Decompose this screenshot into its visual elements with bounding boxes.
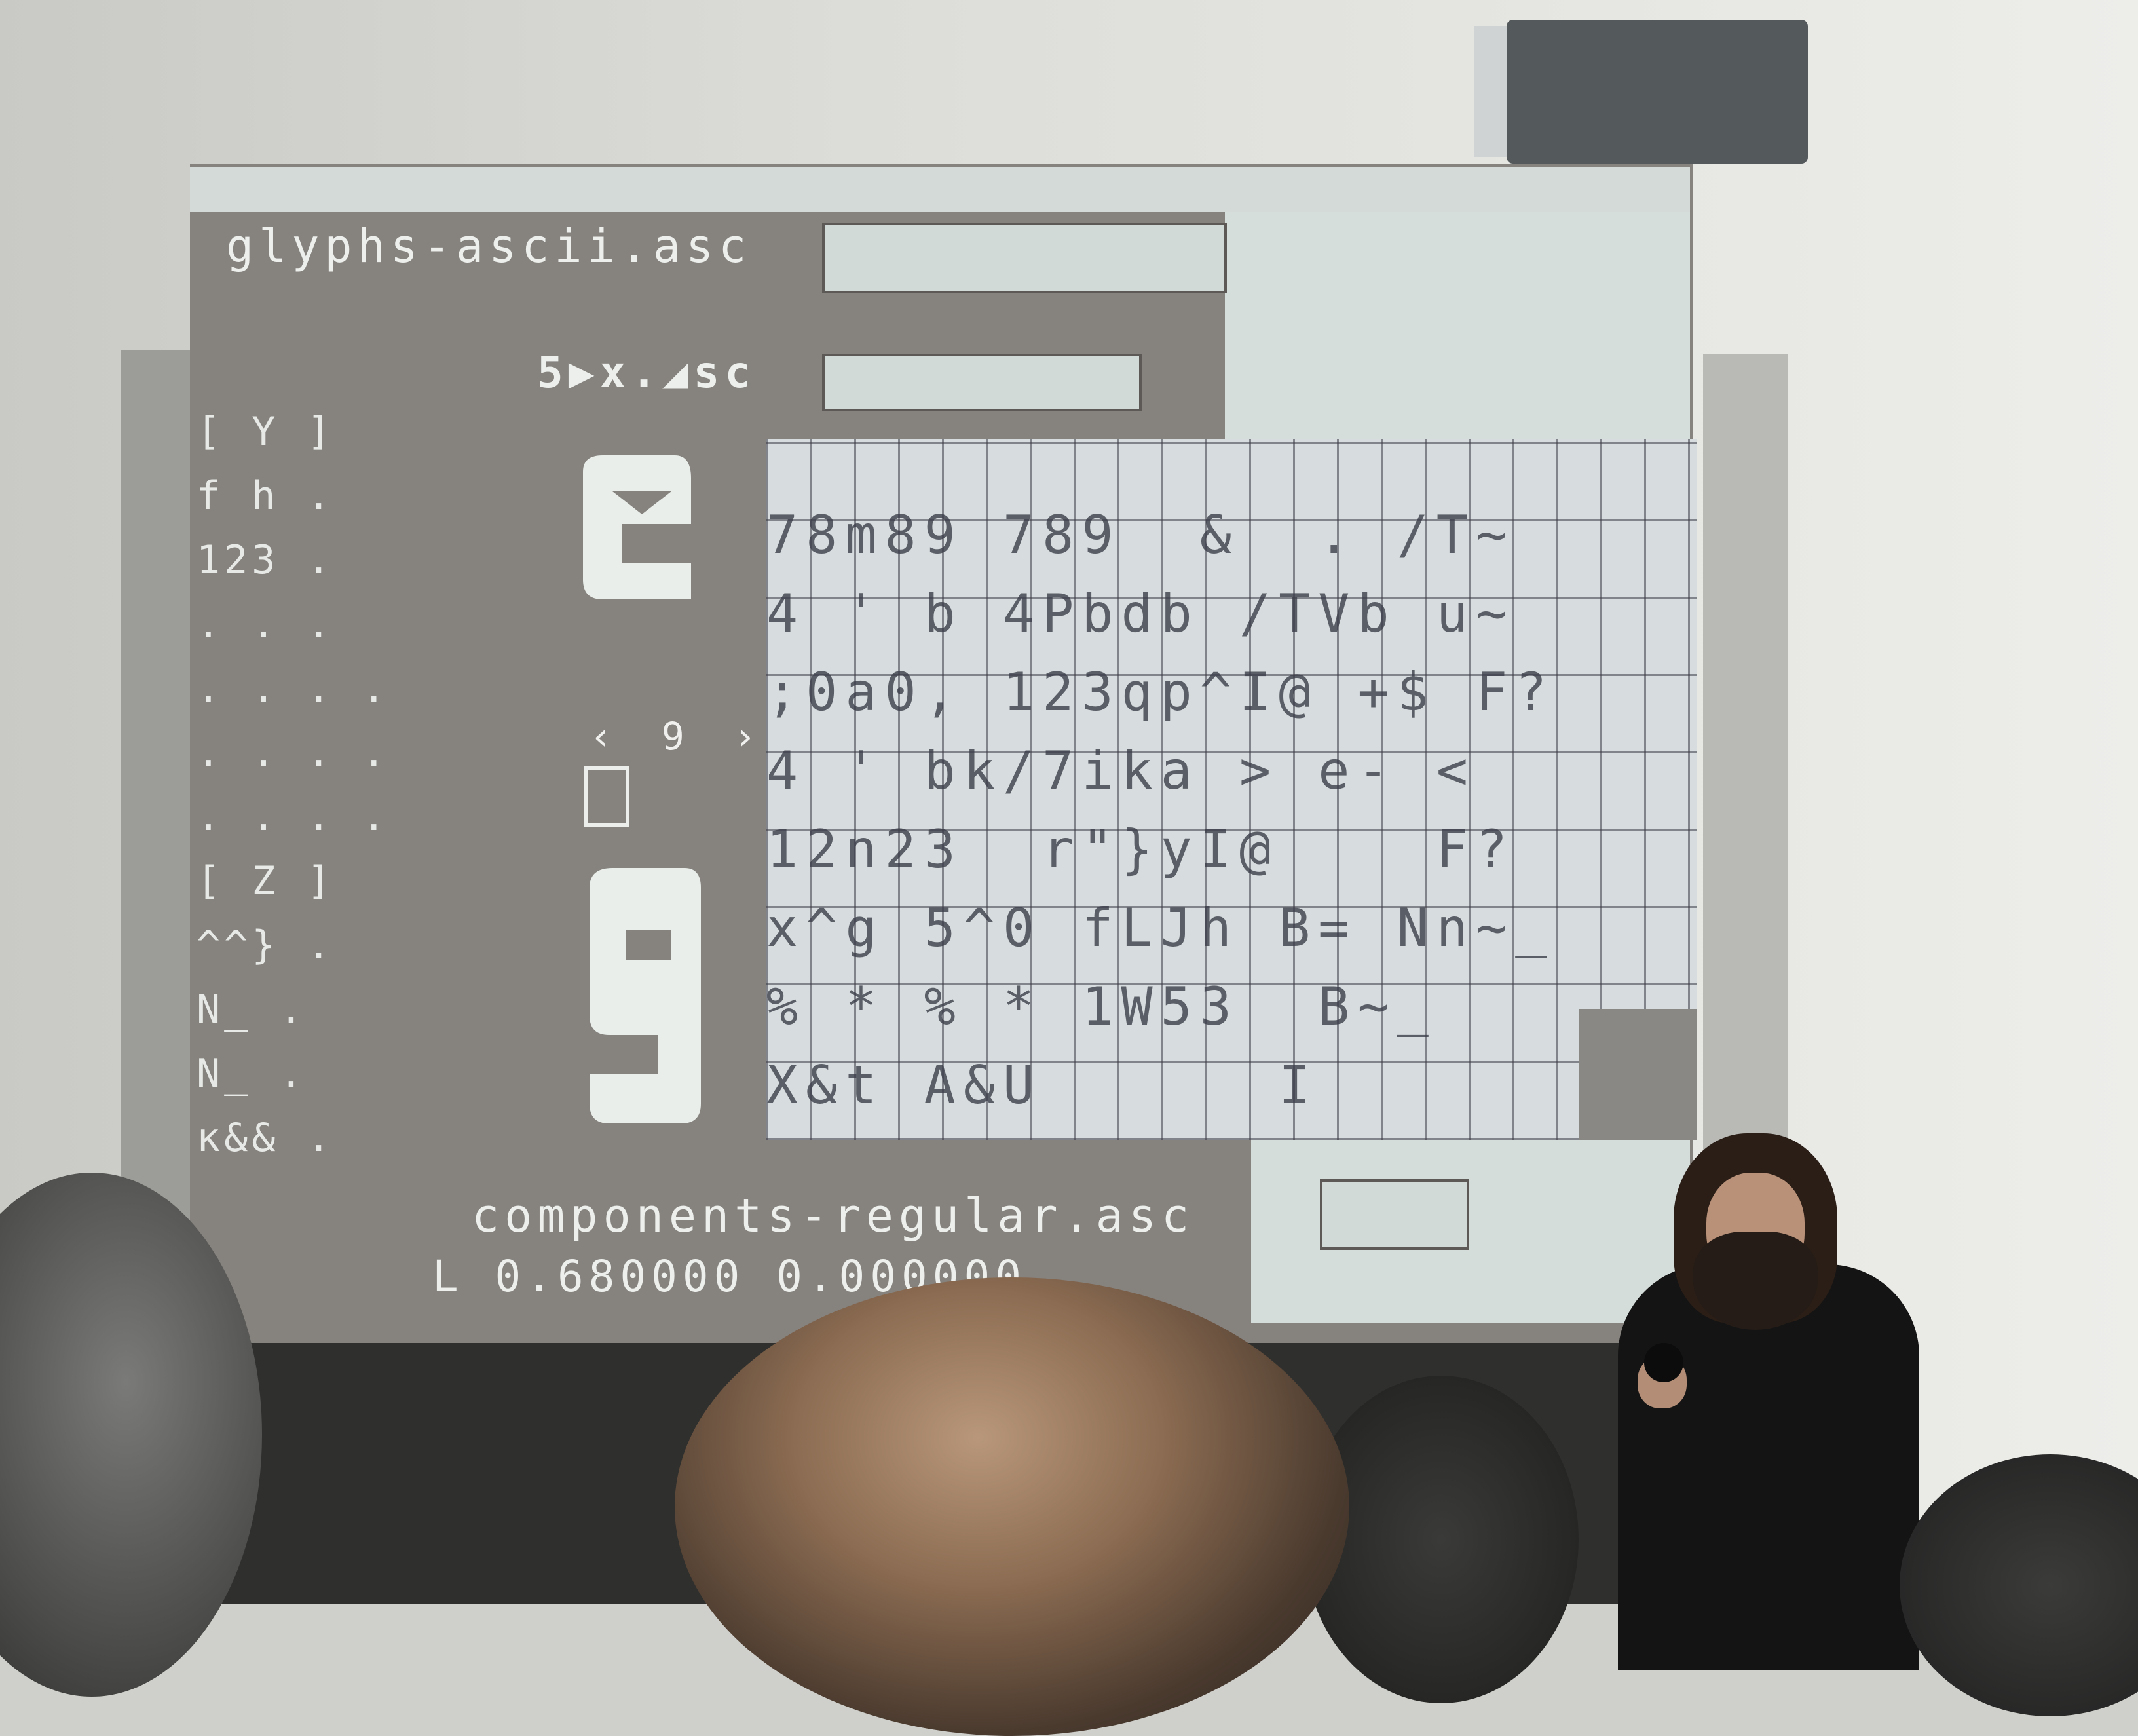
filename-input[interactable] [822, 223, 1227, 293]
subtitle-input[interactable] [822, 354, 1142, 411]
grid-row: 78m89 789 & . /T~ [766, 504, 1516, 565]
microphone-icon [1644, 1343, 1683, 1382]
list-item[interactable]: . . . . [197, 656, 386, 721]
list-item[interactable]: 123 . [197, 528, 367, 592]
grid-row: x^g 5^0 fLJh B= Nn~_ [766, 897, 1555, 958]
grid-thumbnail [1579, 1009, 1697, 1140]
white-panel-bottom [1251, 1127, 1690, 1323]
wall-speaker [1507, 20, 1808, 164]
grid-row: % * % * 1W53 B~_ [766, 976, 1436, 1037]
list-item[interactable]: . . . [197, 592, 367, 656]
grid-row: 12n23 r"}yI@ F? [766, 819, 1516, 880]
file-title: glyphs-ascii.asc [226, 219, 752, 273]
digit-9-glyph-icon [590, 868, 701, 1123]
list-item[interactable]: N_ . [197, 977, 367, 1042]
grid-row: 4 ' bk/7ika > e- < [766, 740, 1476, 801]
grid-row: 4 ' b 4Pbdb /TVb u~ [766, 583, 1516, 644]
list-item[interactable]: . . . . [197, 721, 386, 785]
grid-row: X&t A&U I [766, 1055, 1319, 1116]
components-input[interactable] [1320, 1179, 1469, 1250]
components-file-label: components-regular.asc [472, 1189, 1195, 1243]
letter-e-glyph-icon [583, 455, 691, 599]
glyph-grid[interactable]: 78m89 789 & . /T~ 4 ' b 4Pbdb /TVb u~ ;0… [766, 439, 1697, 1140]
glyph-list: [ Y ] f h . 123 . . . . . . . . . . . . … [197, 400, 386, 1170]
list-item[interactable]: f h . [197, 464, 367, 528]
grid-row: ;0a0, 123qp^I@ +$ F? [766, 662, 1555, 723]
glyph-preview-box [584, 766, 629, 827]
list-item[interactable]: ĸ&& . [197, 1106, 367, 1170]
list-item[interactable]: ^^} . [197, 913, 367, 977]
presenter-beard [1693, 1232, 1818, 1330]
top-bar [190, 167, 1690, 212]
list-item[interactable]: . . . . [197, 785, 386, 849]
audience-head-center [675, 1277, 1349, 1736]
list-item[interactable]: [ Z ] [197, 849, 367, 913]
file-subtitle: 5▶x.◢sc [537, 347, 757, 398]
glyph-navigator[interactable]: ‹ 9 › [590, 714, 770, 759]
list-item[interactable]: N_ . [197, 1042, 367, 1106]
list-item[interactable]: [ Y ] [197, 400, 367, 464]
